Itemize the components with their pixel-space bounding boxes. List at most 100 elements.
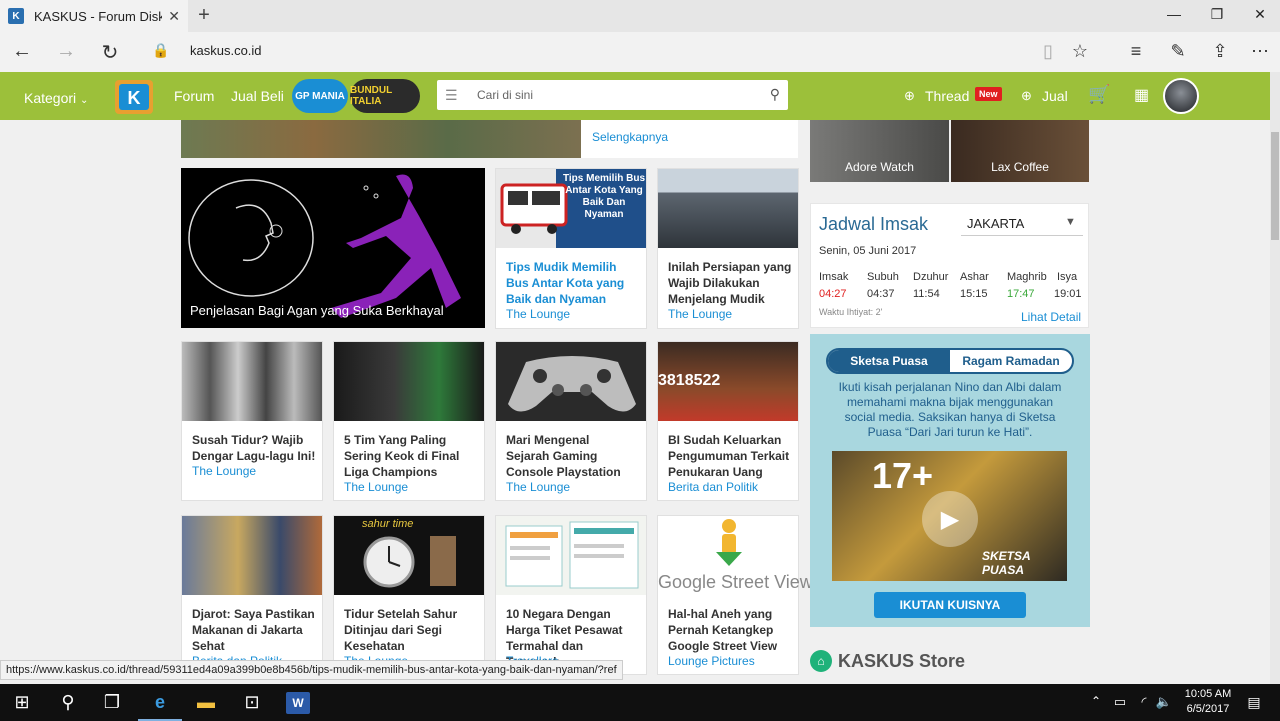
article-title[interactable]: Djarot: Saya Pastikan Makanan di Jakarta… (192, 606, 320, 654)
ikutan-kuisnya-button[interactable]: IKUTAN KUISNYA (874, 592, 1026, 618)
tab-sketsa-puasa[interactable]: Sketsa Puasa (828, 350, 950, 372)
prayer-name: Imsak (819, 271, 849, 283)
article-category[interactable]: Lounge Pictures (668, 654, 755, 668)
article-category[interactable]: The Lounge (344, 480, 408, 494)
article-image: Tips Memilih Bus Antar Kota Yang Baik Da… (496, 169, 646, 248)
article-card[interactable]: 10 Negara Dengan Harga Tiket Pesawat Ter… (495, 515, 647, 675)
article-card[interactable]: Djarot: Saya Pastikan Makanan di Jakarta… (181, 515, 323, 675)
notification-icon[interactable]: ▤ (1242, 694, 1266, 716)
forum-link[interactable]: Forum (174, 88, 214, 104)
kaskus-logo[interactable]: K (113, 76, 155, 118)
article-card[interactable]: Tips Memilih Bus Antar Kota Yang Baik Da… (495, 168, 647, 329)
city-select[interactable]: JAKARTA (967, 216, 1024, 231)
article-category[interactable]: The Lounge (192, 464, 256, 478)
tab-close-icon[interactable]: ✕ (168, 8, 180, 25)
word-icon[interactable]: W (286, 692, 310, 714)
bundul-italia-badge[interactable]: BUNDUL ITALIA (350, 79, 420, 113)
sketsa-puasa-widget: Sketsa Puasa Ragam Ramadan Ikuti kisah p… (810, 334, 1090, 627)
article-title[interactable]: BI Sudah Keluarkan Pengumuman Terkait Pe… (668, 432, 796, 480)
article-title[interactable]: Mari Mengenal Sejarah Gaming Console Pla… (506, 432, 634, 480)
search-icon[interactable]: ⚲ (56, 692, 80, 714)
article-category[interactable]: The Lounge (506, 480, 570, 494)
status-url: https://www.kaskus.co.id/thread/59311ed4… (0, 660, 623, 680)
gamepad-icon (508, 356, 636, 412)
new-tab-button[interactable]: + (194, 4, 214, 27)
search-icon[interactable]: ⚲ (770, 86, 780, 103)
cart-icon[interactable]: 🛒 (1088, 84, 1110, 105)
search-input[interactable]: Cari di sini (477, 88, 533, 102)
kategori-label: Kategori (24, 90, 77, 106)
favorite-star-icon[interactable]: ☆ (1068, 41, 1092, 62)
file-explorer-icon[interactable]: ▬ (194, 692, 218, 714)
top-article-image[interactable] (181, 120, 581, 158)
article-card[interactable]: Mari Mengenal Sejarah Gaming Console Pla… (495, 341, 647, 501)
forward-icon[interactable]: → (54, 40, 78, 63)
scrollbar-thumb[interactable] (1271, 132, 1279, 240)
imsak-date: Senin, 05 Juni 2017 (819, 245, 917, 257)
share-icon[interactable]: ⇪ (1208, 41, 1232, 62)
menu-icon[interactable]: ☰ (445, 87, 458, 104)
web-note-icon[interactable]: ✎ (1166, 41, 1190, 62)
article-title[interactable]: 5 Tim Yang Paling Sering Keok di Final L… (344, 432, 472, 480)
article-image-text: Google Street View (658, 572, 813, 592)
article-card[interactable]: Susah Tidur? Wajib Dengar Lagu-lagu Ini!… (181, 341, 323, 501)
article-category[interactable]: The Lounge (506, 307, 570, 321)
maximize-icon[interactable]: ❐ (1207, 6, 1227, 23)
store-app-icon[interactable]: ⊡ (240, 692, 264, 714)
article-category[interactable]: The Lounge (668, 307, 732, 321)
play-icon[interactable]: ▶ (922, 491, 978, 547)
windows-start-icon[interactable]: ⊞ (10, 692, 34, 714)
article-card[interactable]: 3818522 BI Sudah Keluarkan Pengumuman Te… (657, 341, 799, 501)
search-bar[interactable]: ☰ Cari di sini ⚲ (437, 80, 788, 110)
add-jual-icon: ⊕ (1021, 88, 1032, 103)
taskbar-clock[interactable]: 10:05 AM 6/5/2017 (1180, 687, 1236, 717)
tray-arrow-icon[interactable]: ⌃ (1084, 694, 1108, 716)
dropdown-arrow-icon[interactable]: ▼ (1065, 216, 1076, 228)
selengkapnya-link[interactable]: Selengkapnya (592, 130, 668, 144)
back-icon[interactable]: ← (10, 40, 34, 63)
thread-button[interactable]: Thread (925, 88, 969, 104)
jual-beli-link[interactable]: Jual Beli (231, 88, 284, 104)
reading-view-icon[interactable]: ▯ (1036, 41, 1060, 62)
network-icon[interactable]: ▭ (1108, 694, 1132, 716)
article-card[interactable]: Google Street View Hal-hal Aneh yang Per… (657, 515, 813, 675)
article-title[interactable]: Inilah Persiapan yang Wajib Dilakukan Me… (668, 259, 796, 307)
edge-icon[interactable]: e (148, 692, 172, 714)
article-category[interactable]: Berita dan Politik (668, 480, 758, 494)
tab-ragam-ramadan[interactable]: Ragam Ramadan (950, 350, 1072, 372)
gp-mania-badge[interactable]: GP MANIA (292, 79, 348, 113)
feature-caption: Penjelasan Bagi Agan yang Suka Berkhayal (190, 303, 444, 318)
article-card[interactable]: Inilah Persiapan yang Wajib Dilakukan Me… (657, 168, 799, 329)
browser-tab[interactable]: K KASKUS - Forum Diskus ✕ (0, 0, 188, 32)
url-field[interactable]: kaskus.co.id (190, 43, 262, 58)
address-bar: ← → ↻ 🔒 kaskus.co.id ▯ ☆ ≡ ✎ ⇪ ⋯ (0, 32, 1280, 72)
kategori-menu[interactable]: Kategori ⌄ (24, 90, 88, 106)
more-icon[interactable]: ⋯ (1248, 41, 1272, 62)
video-thumbnail[interactable]: 17+ ▶ SKETSA PUASA (832, 451, 1067, 581)
article-title[interactable]: Susah Tidur? Wajib Dengar Lagu-lagu Ini! (192, 432, 320, 464)
bus-icon (500, 183, 568, 234)
prayer-time: 19:01 (1054, 288, 1082, 300)
article-card[interactable]: 5 Tim Yang Paling Sering Keok di Final L… (333, 341, 485, 501)
minimize-icon[interactable]: — (1164, 6, 1184, 22)
lihat-detail-link[interactable]: Lihat Detail (1021, 310, 1081, 324)
jadwal-imsak-widget: Jadwal Imsak JAKARTA ▼ Senin, 05 Juni 20… (810, 203, 1089, 328)
promo-tile[interactable]: Lax Coffee (951, 120, 1089, 182)
task-view-icon[interactable]: ❐ (100, 692, 124, 714)
article-card[interactable]: sahur time Tidur Setelah Sahur Ditinjau … (333, 515, 485, 675)
article-title[interactable]: Tidur Setelah Sahur Ditinjau dari Segi K… (344, 606, 472, 654)
kaskus-favicon-icon: K (8, 8, 24, 24)
apps-grid-icon[interactable]: ▦ (1134, 85, 1149, 105)
avatar[interactable] (1163, 78, 1199, 114)
hub-icon[interactable]: ≡ (1124, 41, 1148, 62)
article-title[interactable]: Hal-hal Aneh yang Pernah Ketangkep Googl… (668, 606, 796, 654)
article-title[interactable]: Tips Mudik Memilih Bus Antar Kota yang B… (506, 259, 634, 307)
feature-article[interactable]: Penjelasan Bagi Agan yang Suka Berkhayal (181, 168, 485, 328)
refresh-icon[interactable]: ↻ (98, 40, 122, 65)
volume-icon[interactable]: 🔈 (1152, 694, 1176, 716)
jual-button[interactable]: Jual (1042, 88, 1068, 104)
ihtiyat-note: Waktu Ihtiyat: 2' (819, 307, 883, 317)
promo-tile[interactable]: Adore Watch (810, 120, 949, 182)
close-window-icon[interactable]: ✕ (1250, 6, 1270, 23)
prayer-name: Maghrib (1007, 271, 1047, 283)
